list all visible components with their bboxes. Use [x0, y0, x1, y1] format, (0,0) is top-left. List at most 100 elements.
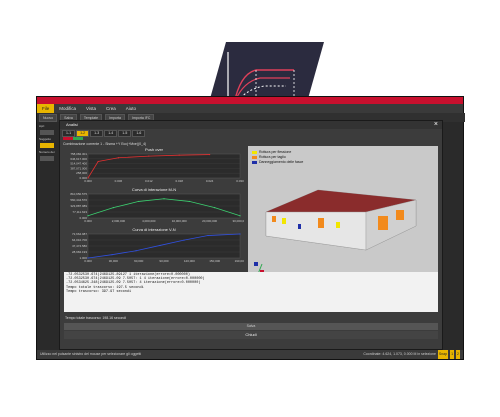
data-point: [239, 233, 241, 235]
y-tick-label: 810,650.575: [70, 192, 87, 196]
data-point: [138, 200, 140, 203]
charts-panel: Push over 758,082.301646,617.000514,047.4…: [64, 146, 244, 266]
data-point: [111, 254, 113, 256]
save-button[interactable]: Salva: [64, 323, 438, 330]
analysis-tabs: 1-1 1-2 1-3 1-4 1-5 1-6: [62, 130, 146, 137]
menu-file[interactable]: File: [37, 104, 55, 113]
data-point: [159, 244, 161, 247]
y-tick-label: 514,047.400: [70, 162, 87, 166]
close-icon[interactable]: ×: [434, 121, 438, 129]
status-right: Coordinate: 4.624, 1.073, 0.000 M in sel…: [363, 350, 460, 359]
menu-crea[interactable]: Crea: [101, 104, 121, 113]
x-tick-label: 30,000: [109, 259, 119, 263]
x-tick-label: 0.000: [84, 179, 92, 183]
3d-view[interactable]: Rottura per flessione Rottura per taglio…: [248, 146, 438, 284]
x-tick-label: 150,000: [209, 259, 220, 263]
data-point: [188, 200, 190, 203]
x-tick-label: 60,000: [134, 259, 144, 263]
x-tick-label: 0.006: [115, 179, 123, 183]
y-tick-label: 323,887.989: [70, 204, 87, 208]
left-panel-box[interactable]: [40, 130, 54, 135]
data-point: [87, 215, 89, 217]
left-panel-subject[interactable]: Soggetto: [39, 137, 57, 141]
left-panel-box-active[interactable]: [40, 143, 54, 148]
x-tick-label: 0.000: [84, 219, 92, 223]
tab-1-2[interactable]: 1-2: [76, 130, 90, 137]
x-tick-label: 30,000,000: [232, 219, 244, 223]
total-time: Tempo totale trascorso: 198.16 secondi: [65, 316, 127, 320]
log-panel: -72.0532530.674(2469125.89127 1 iterazio…: [64, 272, 438, 312]
data-point: [87, 177, 89, 179]
coordinates-readout: Coordinate: 4.624, 1.073, 0.000 M in sel…: [363, 352, 436, 356]
left-panel-count[interactable]: Numero dei: [39, 150, 57, 154]
menu-modifica[interactable]: Modifica: [54, 104, 81, 113]
log-line: Tempo trascorso: 397.97 secondi: [66, 289, 132, 294]
x-tick-label: 20,000,000: [202, 219, 217, 223]
menu-aiuto[interactable]: Aiuto: [121, 104, 141, 113]
data-point: [183, 239, 185, 241]
plot-area: [87, 153, 241, 179]
data-point: [112, 207, 114, 209]
tab-1-4[interactable]: 1-4: [104, 130, 118, 137]
status-text: Utilizzo nel pulsante sinistro del mouse…: [40, 352, 142, 356]
left-panel-open[interactable]: Apri: [39, 124, 57, 128]
x-tick-label: 0.018: [175, 179, 183, 183]
x-tick-label: 4,000,000: [142, 219, 156, 223]
progress-red: [63, 137, 73, 140]
x-tick-label: 0.000: [84, 259, 92, 263]
chart-title: Push over: [145, 147, 164, 152]
data-point: [148, 155, 150, 157]
data-point: [117, 157, 119, 159]
x-tick-label: 0.012: [145, 179, 153, 183]
y-tick-label: 77,111.623: [72, 210, 87, 214]
data-point: [87, 257, 89, 259]
window-title: Analisi: [66, 122, 78, 127]
data-point: [97, 160, 99, 163]
y-tick-label: 47,474.580: [72, 244, 87, 248]
data-point: [214, 207, 216, 209]
menu-vista[interactable]: Vista: [81, 104, 101, 113]
toolbar-new-button[interactable]: Nuovo: [39, 113, 58, 122]
y-tick-label: 646,617.000: [70, 157, 87, 161]
tab-1-1[interactable]: 1-1: [62, 130, 76, 137]
x-tick-label: 120,000: [184, 259, 195, 263]
title-bar: [37, 97, 463, 104]
progress-green: [73, 137, 83, 140]
badge-1[interactable]: 1: [450, 350, 455, 359]
y-tick-label: 72,664.987: [72, 232, 87, 236]
x-tick-label: 10,000,000: [172, 219, 187, 223]
chart-title: Curva di interazione M-N: [132, 187, 176, 192]
application-window: File Modifica Vista Crea Aiuto Nuovo Sal…: [36, 96, 465, 360]
badge-2[interactable]: 2: [456, 350, 460, 359]
snap-badge[interactable]: Snap: [437, 350, 449, 359]
data-point: [239, 215, 241, 217]
y-tick-label: 758,082.301: [70, 152, 87, 156]
close-button[interactable]: Chiudi: [64, 331, 438, 339]
data-point: [135, 250, 137, 252]
x-tick-label: 190,000: [235, 259, 244, 263]
y-tick-label: 28,984.193: [72, 250, 87, 254]
data-point: [207, 234, 209, 237]
x-tick-label: 0.030: [236, 179, 244, 183]
tab-1-6[interactable]: 1-6: [132, 130, 146, 137]
right-panel: [441, 122, 463, 350]
chart-title: Curva di interazione V-N: [132, 227, 175, 232]
analysis-window-title: Analisi ×: [60, 121, 442, 129]
tab-1-5[interactable]: 1-5: [118, 130, 132, 137]
y-tick-label: 64,010.700: [72, 238, 87, 242]
x-tick-label: 2,000,000: [112, 219, 126, 223]
left-panel-box[interactable]: [40, 156, 54, 161]
data-point: [209, 153, 211, 156]
building-model: [254, 189, 417, 275]
status-bar: Utilizzo nel pulsante sinistro del mouse…: [37, 350, 463, 359]
data-point: [178, 154, 180, 156]
y-tick-label: 258,000: [76, 171, 87, 175]
y-tick-label: 387,071.000: [70, 166, 87, 170]
menu-bar: File Modifica Vista Crea Aiuto: [37, 104, 463, 113]
x-tick-label: 90,000: [159, 259, 169, 263]
y-tick-label: 560,444.570: [70, 198, 87, 202]
analysis-window: Analisi × 1-1 1-2 1-3 1-4 1-5 1-6 Combin…: [59, 120, 443, 350]
data-point: [163, 198, 165, 200]
left-panel: Apri Soggetto Numero dei: [37, 122, 60, 350]
tab-1-3[interactable]: 1-3: [90, 130, 104, 137]
